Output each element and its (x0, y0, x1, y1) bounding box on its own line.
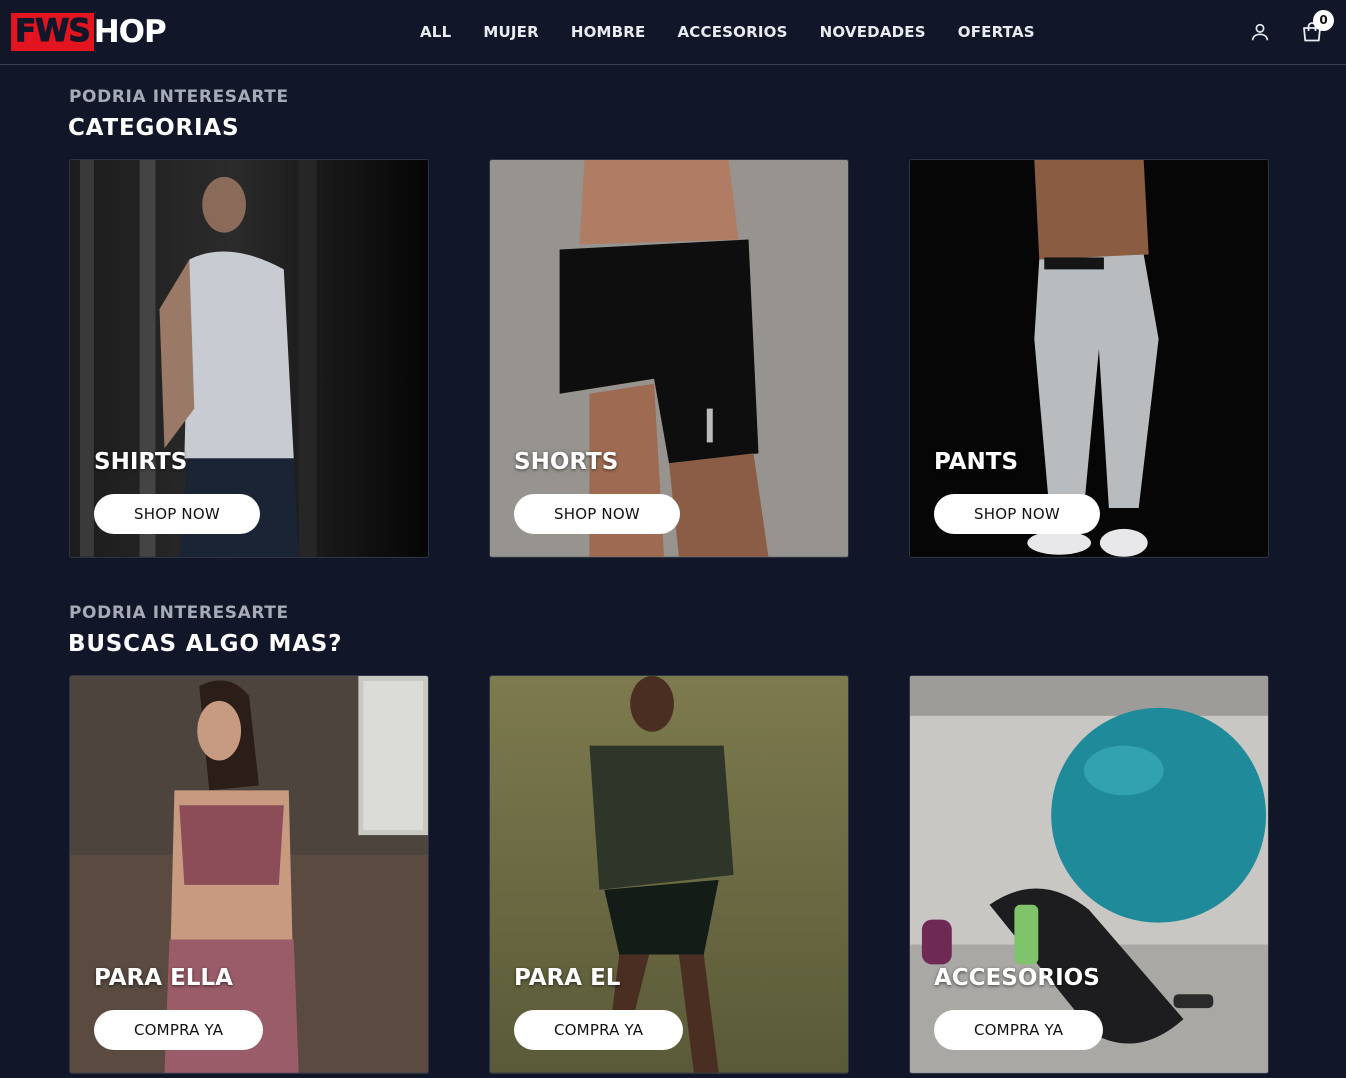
card-title-pants: PANTS (934, 449, 1019, 475)
compra-ya-button-accesorios[interactable]: COMPRA YA (934, 1010, 1104, 1050)
card-title-para-ella: PARA ELLA (94, 965, 233, 991)
brand-logo-part2: HOP (93, 13, 167, 50)
main-nav: ALL MUJER HOMBRE ACCESORIOS NOVEDADES OF… (404, 20, 1051, 44)
nav-mujer[interactable]: MUJER (467, 20, 555, 44)
category-card-pants[interactable]: PANTS SHOP NOW (909, 159, 1269, 558)
section-title-categorias: CATEGORIAS (68, 115, 240, 141)
brand-logo-part1: FWS (11, 13, 94, 51)
cart-count-badge: 0 (1313, 10, 1334, 31)
section-eyebrow-categorias: PODRIA INTERESARTE (69, 87, 289, 107)
shop-now-button-shirts[interactable]: SHOP NOW (94, 494, 260, 534)
shop-now-button-shorts[interactable]: SHOP NOW (514, 494, 680, 534)
nav-accesorios[interactable]: ACCESORIOS (662, 20, 804, 44)
section-eyebrow-buscas: PODRIA INTERESARTE (69, 603, 289, 623)
card-title-shorts: SHORTS (514, 449, 619, 475)
category-card-para-ella[interactable]: PARA ELLA COMPRA YA (69, 675, 429, 1074)
compra-ya-button-para-el[interactable]: COMPRA YA (514, 1010, 684, 1050)
site-header: FWS HOP ALL MUJER HOMBRE ACCESORIOS NOVED… (0, 0, 1346, 65)
shop-now-button-pants[interactable]: SHOP NOW (934, 494, 1100, 534)
brand-logo[interactable]: FWS HOP (11, 13, 167, 51)
section-title-buscas: BUSCAS ALGO MAS? (68, 631, 343, 657)
nav-ofertas[interactable]: OFERTAS (942, 20, 1051, 44)
nav-hombre[interactable]: HOMBRE (555, 20, 662, 44)
category-card-shorts[interactable]: SHORTS SHOP NOW (489, 159, 849, 558)
category-card-para-el[interactable]: PARA EL COMPRA YA (489, 675, 849, 1074)
category-card-shirts[interactable]: SHIRTS SHOP NOW (69, 159, 429, 558)
card-title-shirts: SHIRTS (94, 449, 188, 475)
card-title-para-el: PARA EL (514, 965, 621, 991)
compra-ya-button-para-ella[interactable]: COMPRA YA (94, 1010, 264, 1050)
nav-novedades[interactable]: NOVEDADES (804, 20, 942, 44)
nav-all[interactable]: ALL (404, 20, 467, 44)
user-icon[interactable] (1249, 21, 1271, 43)
category-card-accesorios[interactable]: ACCESORIOS COMPRA YA (909, 675, 1269, 1074)
card-title-accesorios: ACCESORIOS (934, 965, 1100, 991)
